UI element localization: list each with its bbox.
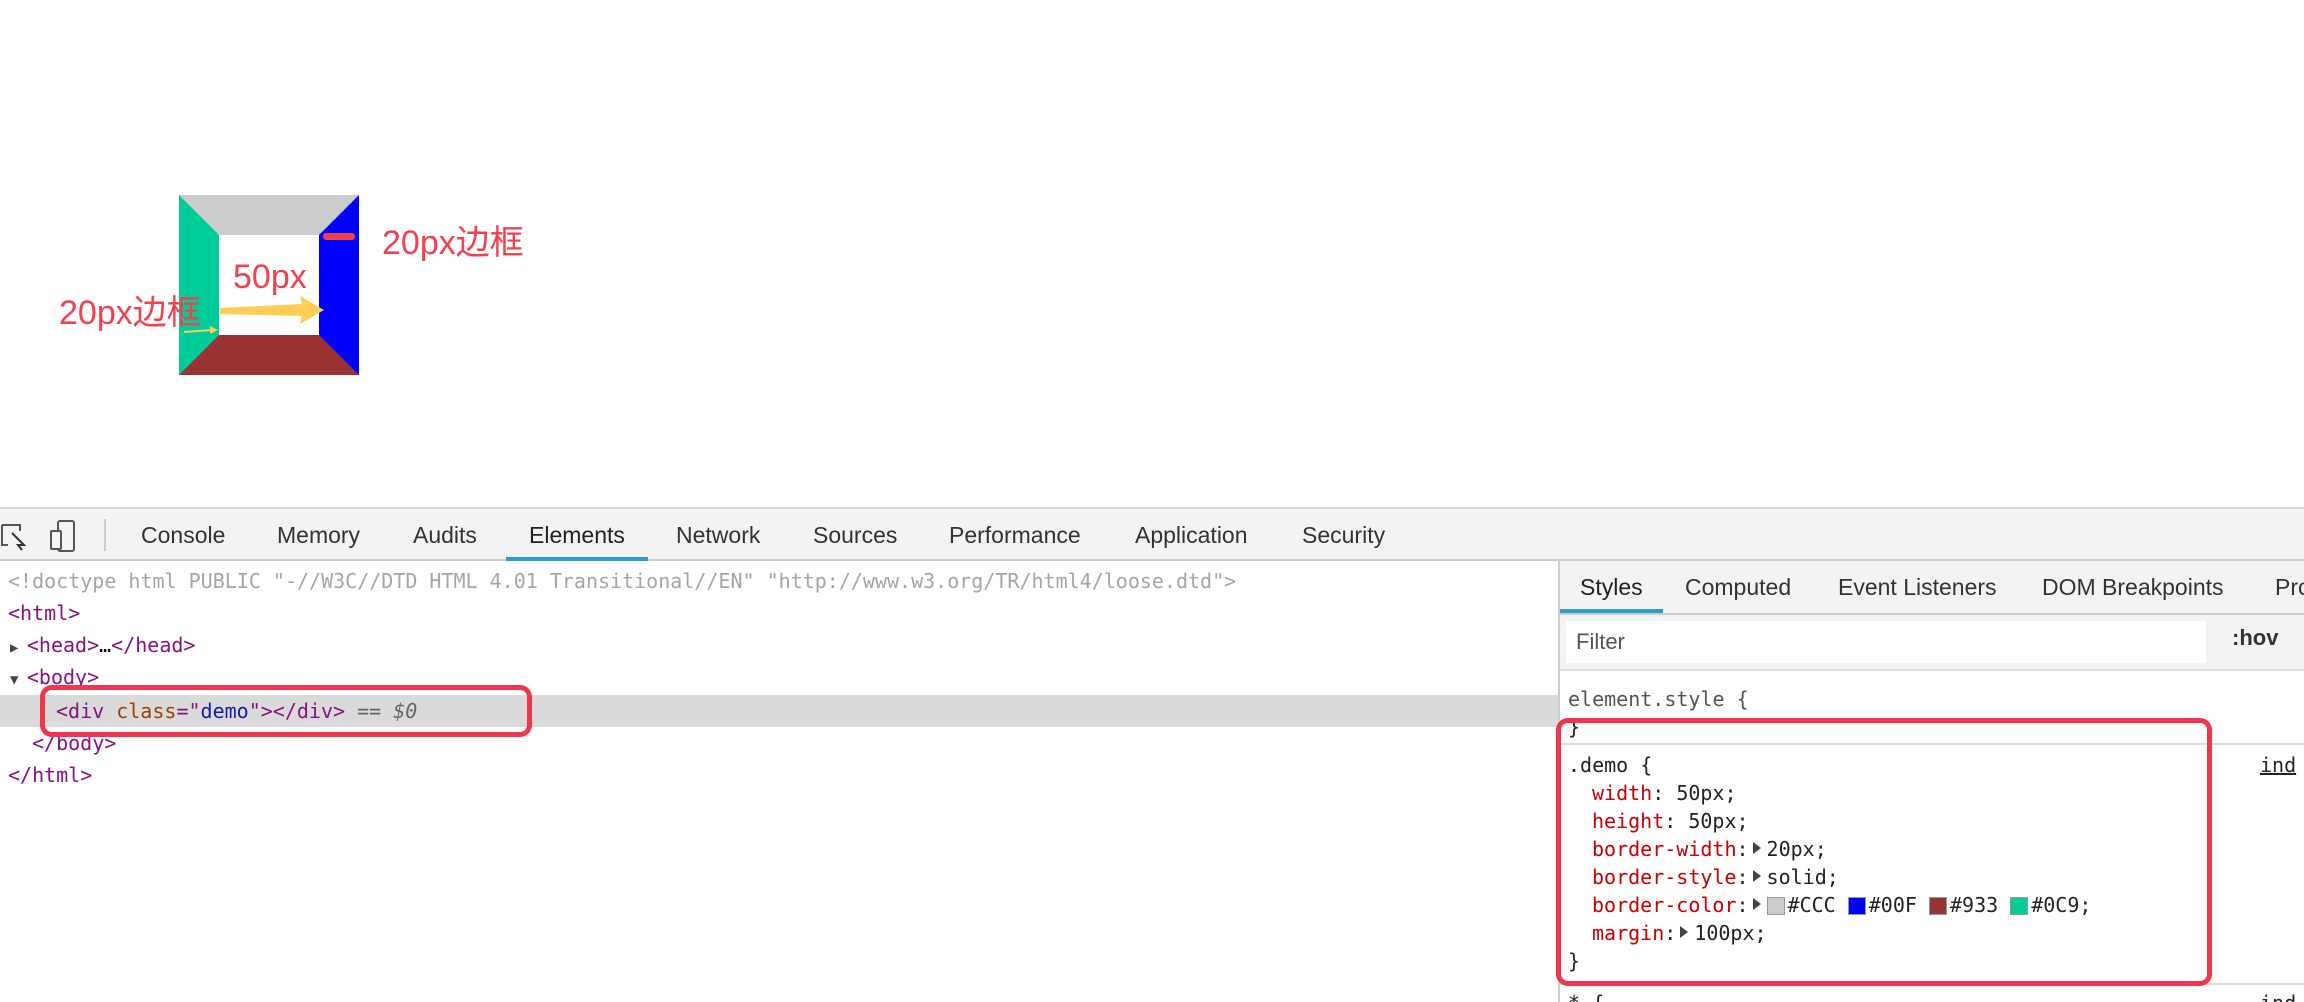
dom-tree: <!doctype html PUBLIC "-//W3C//DTD HTML … [0,561,1558,1002]
tab-elements[interactable]: Elements [506,509,648,561]
highlight-box-styles [1556,718,2212,986]
head-open-tag: <head> [26,633,100,657]
dom-html-close[interactable]: </html> [8,759,92,791]
dom-html-open[interactable]: <html> [8,597,80,629]
inspect-icon[interactable] [0,523,30,551]
tab-sources[interactable]: Sources [813,509,897,561]
tab-security[interactable]: Security [1302,509,1385,561]
tab-memory[interactable]: Memory [277,509,360,561]
tab-network[interactable]: Network [676,509,760,561]
element-style-selector[interactable]: element.style { [1568,685,1749,713]
device-toggle-icon[interactable] [48,519,82,553]
tab-application[interactable]: Application [1135,509,1248,561]
highlight-box-dom [40,685,532,737]
tab-event-listeners[interactable]: Event Listeners [1838,561,1997,613]
tab-properties[interactable]: Pro [2275,561,2304,613]
source-link[interactable]: ind [2260,751,2296,779]
devtools-toolbar: Console Memory Audits Elements Network S… [0,507,2304,561]
tab-computed[interactable]: Computed [1685,561,1791,613]
head-close-tag: </head> [111,633,196,657]
toolbar-divider [104,519,106,551]
dom-doctype[interactable]: <!doctype html PUBLIC "-//W3C//DTD HTML … [8,565,1236,597]
tab-styles[interactable]: Styles [1560,561,1663,613]
red-marker [323,233,355,240]
source-link[interactable]: ind [2260,989,2296,1002]
arrow-50px [220,296,324,324]
ellipsis[interactable]: … [99,633,111,657]
filter-input[interactable] [1566,621,2206,663]
tab-dom-breakpoints[interactable]: DOM Breakpoints [2042,561,2224,613]
tab-audits[interactable]: Audits [413,509,477,561]
expand-triangle-icon[interactable]: ▶ [10,640,27,656]
filter-bar: :hov [1560,615,2304,671]
sidebar-tabs: Styles Computed Event Listeners DOM Brea… [1560,561,2304,615]
collapse-triangle-icon[interactable]: ▼ [10,672,27,688]
annotation-left: 20px边框 [59,294,201,332]
tab-performance[interactable]: Performance [949,509,1081,561]
universal-rule-selector[interactable]: * { [1568,989,1604,1002]
annotation-right: 20px边框 [382,224,524,262]
tab-console[interactable]: Console [141,509,225,561]
hov-toggle[interactable]: :hov [2232,625,2278,651]
annotation-center: 50px [233,258,307,296]
dom-head[interactable]: ▶ <head>…</head> [10,629,195,661]
